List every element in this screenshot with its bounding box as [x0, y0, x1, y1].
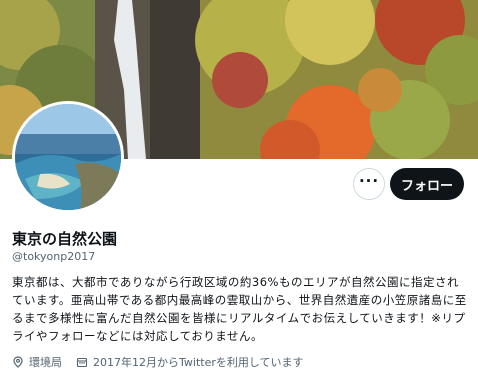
profile-bio: 東京都は、大都市でありながら行政区域の約36%ものエリアが自然公園に指定されてい… — [12, 275, 467, 343]
joined-text: 2017年12月からTwitterを利用しています — [93, 356, 304, 369]
user-handle: @tokyonp2017 — [12, 250, 96, 263]
display-name: 東京の自然公園 — [12, 230, 118, 248]
location-text: 環境局 — [29, 356, 62, 369]
profile-meta: 環境局 2017年12月からTwitterを利用しています — [12, 354, 318, 370]
location-pin-icon — [12, 356, 24, 368]
calendar-icon — [76, 356, 88, 368]
profile-avatar[interactable] — [12, 101, 124, 213]
more-dots-icon: ··· — [358, 171, 380, 190]
follow-button[interactable]: フォロー — [390, 168, 464, 200]
location-item: 環境局 — [12, 354, 62, 370]
more-options-button[interactable]: ··· — [353, 168, 385, 200]
joined-item: 2017年12月からTwitterを利用しています — [76, 354, 304, 370]
